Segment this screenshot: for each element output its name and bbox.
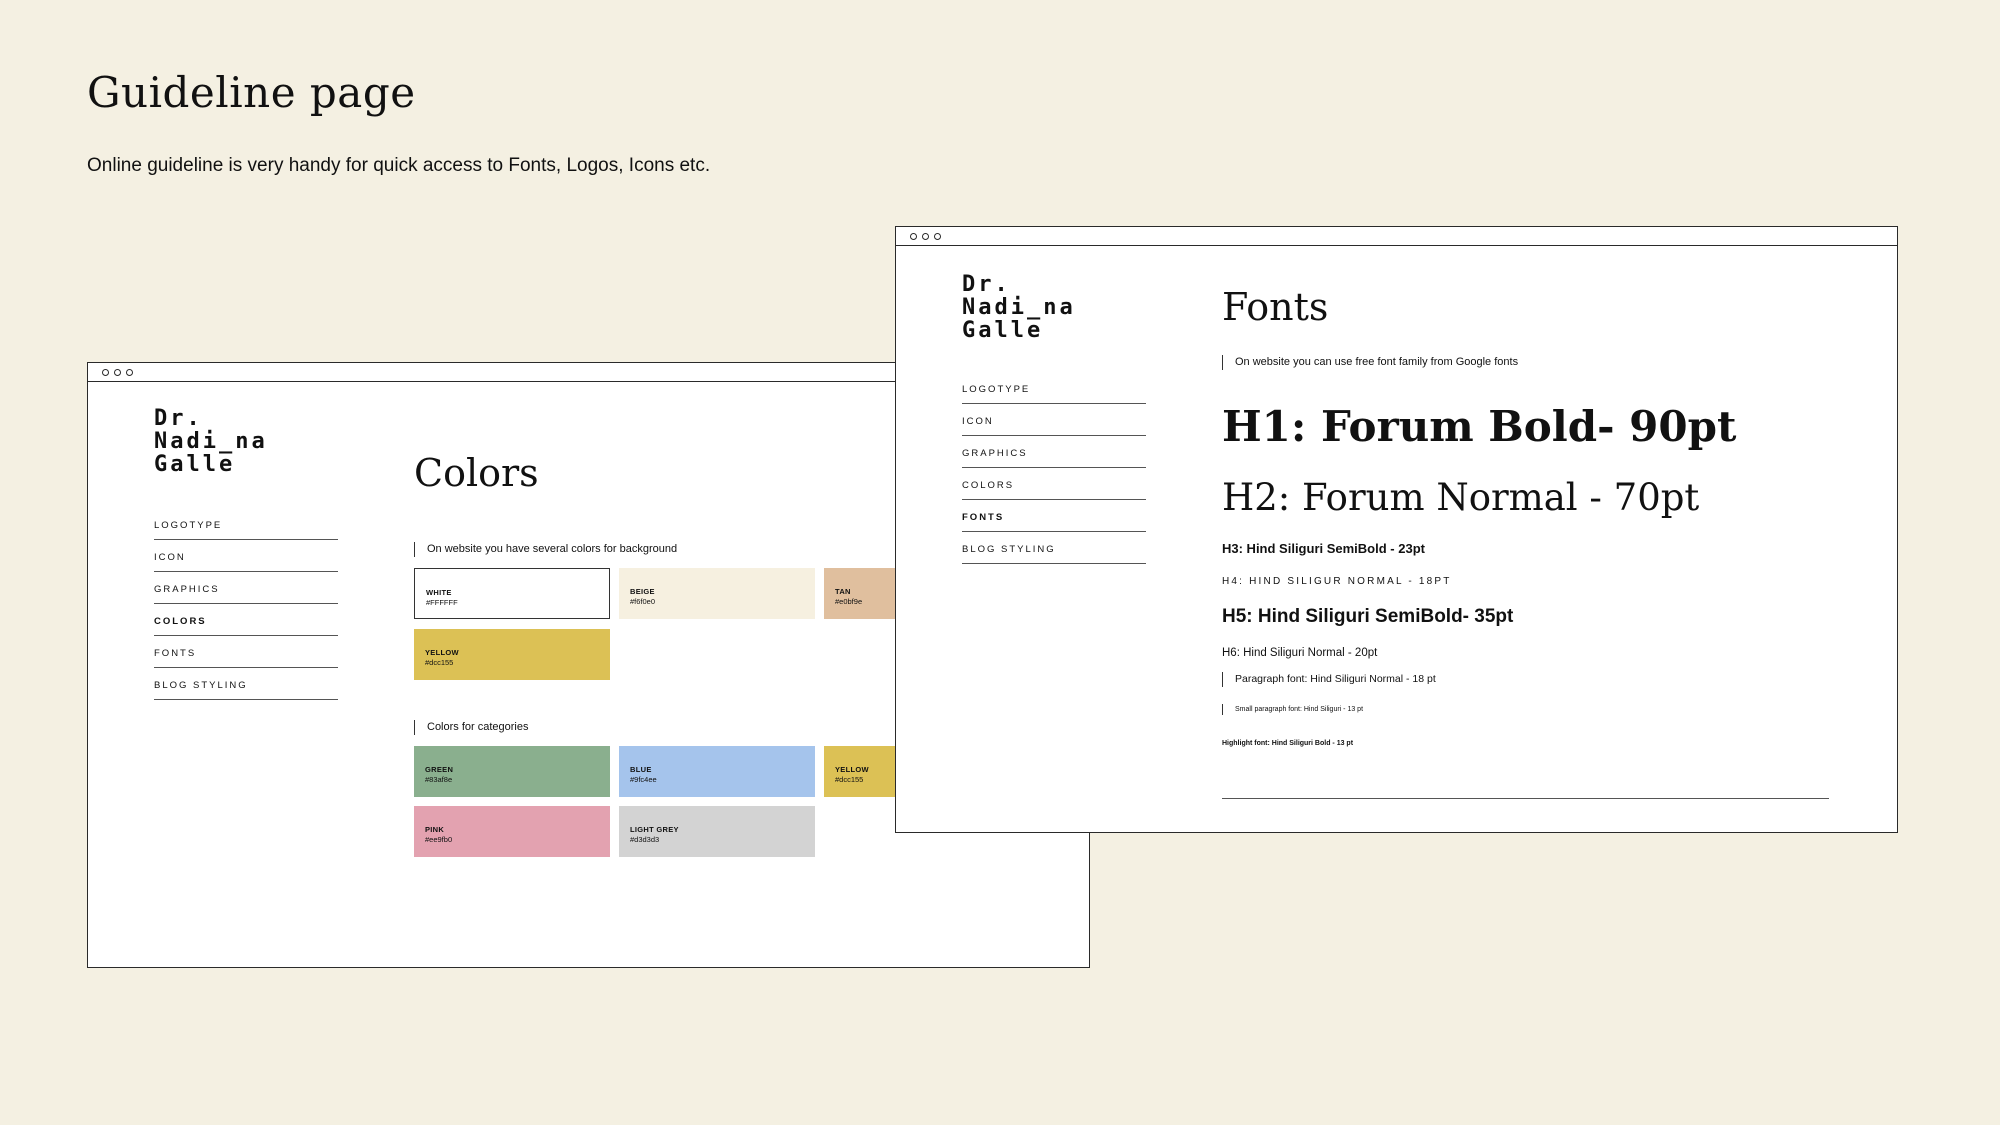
swatch-hex: #dcc155 <box>425 658 454 667</box>
logo-line: Dr. <box>154 406 203 431</box>
color-swatch-white[interactable]: WHITE #FFFFFF <box>414 568 610 619</box>
fonts-note: On website you can use free font family … <box>1222 355 1518 370</box>
nav-item-colors[interactable]: COLORS <box>154 604 338 636</box>
content-divider <box>1222 798 1829 799</box>
page-subtitle: Online guideline is very handy for quick… <box>87 155 711 176</box>
swatch-hex: #ee9fb0 <box>425 835 453 844</box>
browser-title-bar <box>896 227 1897 246</box>
logo-line: Galle <box>154 452 236 477</box>
background-colors-note: On website you have several colors for b… <box>414 542 677 557</box>
small-paragraph-font-sample: Small paragraph font: Hind Siliguri - 13… <box>1222 704 1363 715</box>
swatch-name: BLUE <box>630 765 652 774</box>
sidebar-nav: LOGOTYPE ICON GRAPHICS COLORS FONTS BLOG… <box>962 372 1146 564</box>
nav-item-colors[interactable]: COLORS <box>962 468 1146 500</box>
h2-sample: H2: Forum Normal - 70pt <box>1222 476 1700 519</box>
color-swatch-green[interactable]: GREEN #83af8e <box>414 746 610 797</box>
swatch-hex: #f6f0e0 <box>630 597 656 606</box>
window-control-dot[interactable] <box>934 232 941 240</box>
site-logo[interactable]: Dr. Nadi_na Galle <box>962 273 1076 342</box>
site-logo[interactable]: Dr. Nadi_na Galle <box>154 407 268 476</box>
nav-item-icon[interactable]: ICON <box>154 540 338 572</box>
h4-sample: H4: HIND SILIGUR NORMAL - 18PT <box>1222 576 1452 587</box>
nav-item-blog-styling[interactable]: BLOG STYLING <box>154 668 338 700</box>
swatch-name: BEIGE <box>630 587 655 596</box>
swatch-name: WHITE <box>426 588 452 597</box>
nav-item-logotype[interactable]: LOGOTYPE <box>154 508 338 540</box>
highlight-font-sample: Highlight font: Hind Siliguri Bold - 13 … <box>1222 740 1354 747</box>
h1-sample: H1: Forum Bold- 90pt <box>1222 402 1737 451</box>
window-control-dot[interactable] <box>126 368 133 376</box>
nav-item-graphics[interactable]: GRAPHICS <box>154 572 338 604</box>
swatch-name: PINK <box>425 825 445 834</box>
page-title: Guideline page <box>87 68 416 117</box>
nav-item-fonts[interactable]: FONTS <box>962 500 1146 532</box>
logo-line: Nadi_na <box>962 295 1076 320</box>
nav-item-logotype[interactable]: LOGOTYPE <box>962 372 1146 404</box>
color-swatch-yellow[interactable]: YELLOW #dcc155 <box>414 629 610 680</box>
nav-item-blog-styling[interactable]: BLOG STYLING <box>962 532 1146 564</box>
nav-item-fonts[interactable]: FONTS <box>154 636 338 668</box>
nav-item-graphics[interactable]: GRAPHICS <box>962 436 1146 468</box>
logo-line: Nadi_na <box>154 429 268 454</box>
category-colors-note: Colors for categories <box>414 720 529 735</box>
h3-sample: H3: Hind Siliguri SemiBold - 23pt <box>1222 541 1425 556</box>
swatch-hex: #83af8e <box>425 775 453 784</box>
window-control-dot[interactable] <box>102 368 109 376</box>
color-swatch-blue[interactable]: BLUE #9fc4ee <box>619 746 815 797</box>
paragraph-font-sample: Paragraph font: Hind Siliguri Normal - 1… <box>1222 672 1436 687</box>
h5-sample: H5: Hind Siliguri SemiBold- 35pt <box>1222 606 1514 627</box>
section-title-fonts: Fonts <box>1222 285 1329 329</box>
sidebar-nav: LOGOTYPE ICON GRAPHICS COLORS FONTS BLOG… <box>154 508 338 700</box>
window-control-dot[interactable] <box>910 232 917 240</box>
swatch-name: GREEN <box>425 765 454 774</box>
logo-line: Dr. <box>962 272 1011 297</box>
nav-item-icon[interactable]: ICON <box>962 404 1146 436</box>
swatch-name: YELLOW <box>425 648 459 657</box>
color-swatch-light-grey[interactable]: LIGHT GREY #d3d3d3 <box>619 806 815 857</box>
swatch-name: LIGHT GREY <box>630 825 679 834</box>
swatch-hex: #FFFFFF <box>426 598 458 607</box>
color-swatch-beige[interactable]: BEIGE #f6f0e0 <box>619 568 815 619</box>
h6-sample: H6: Hind Siliguri Normal - 20pt <box>1222 647 1378 659</box>
window-control-dot[interactable] <box>114 368 121 376</box>
color-swatch-pink[interactable]: PINK #ee9fb0 <box>414 806 610 857</box>
section-title-colors: Colors <box>414 451 539 495</box>
swatch-hex: #d3d3d3 <box>630 835 660 844</box>
window-control-dot[interactable] <box>922 232 929 240</box>
logo-line: Galle <box>962 318 1044 343</box>
swatch-hex: #9fc4ee <box>630 775 657 784</box>
fonts-browser-window: Dr. Nadi_na Galle LOGOTYPE ICON GRAPHICS… <box>895 226 1898 833</box>
